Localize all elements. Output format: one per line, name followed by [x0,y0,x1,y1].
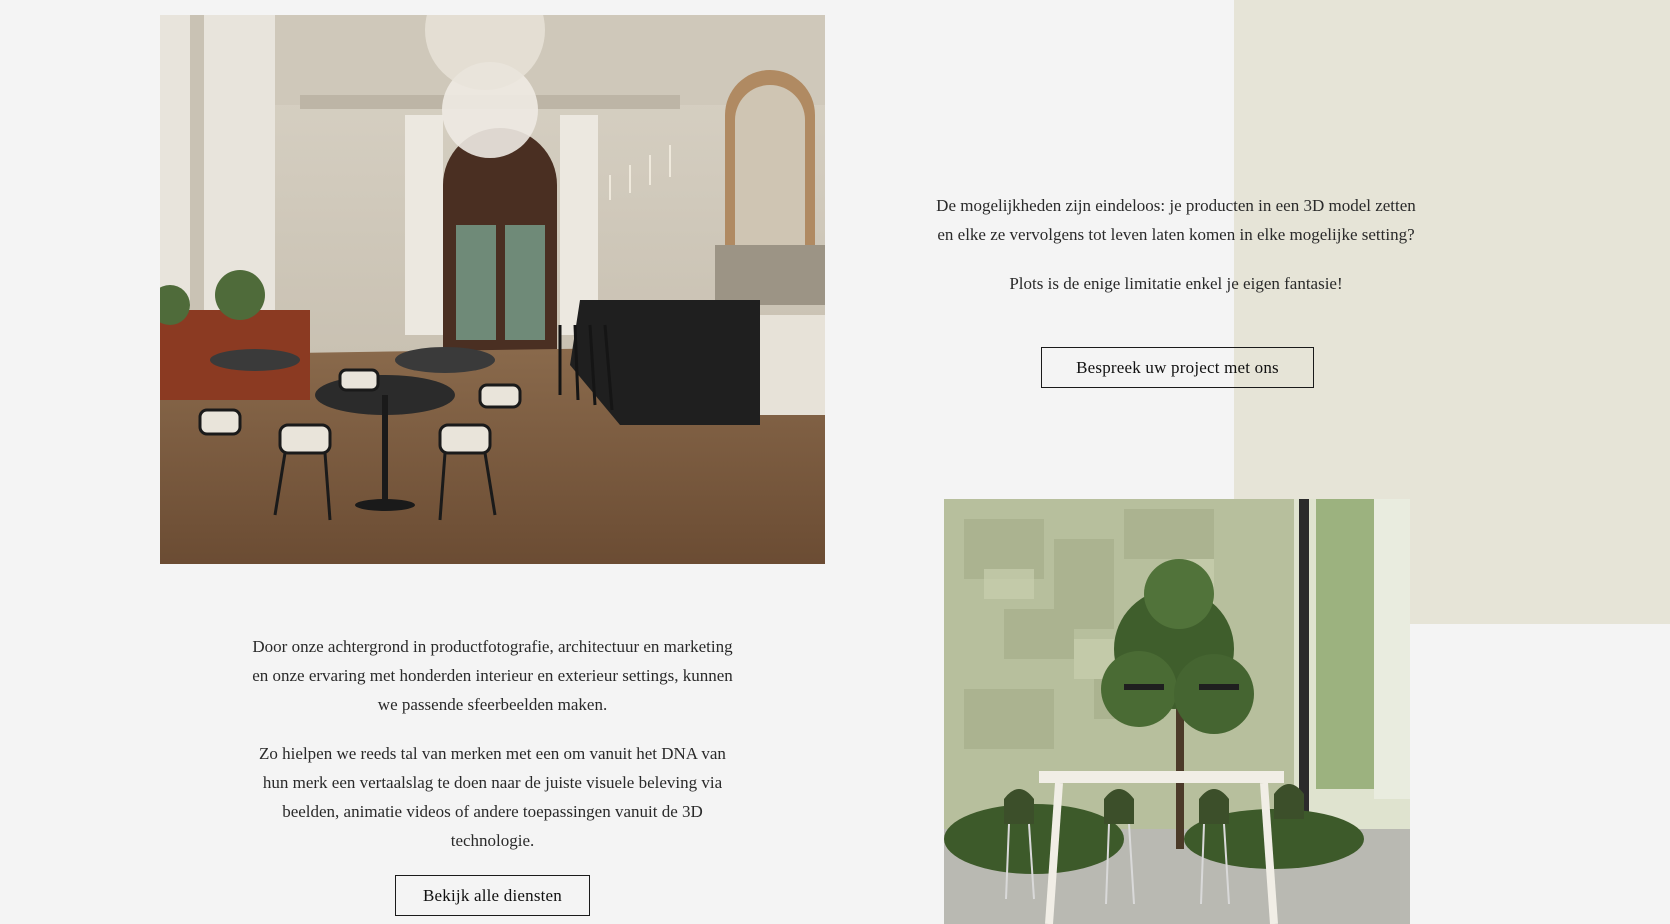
background-paragraph-2: Zo hielpen we reeds tal van merken met e… [259,744,726,850]
background-text-section: Door onze achtergrond in productfotograf… [250,632,735,875]
background-paragraph-1: Door onze achtergrond in productfotograf… [252,637,733,714]
intro-paragraph-1: De mogelijkheden zijn eindeloos: je prod… [936,196,1416,244]
restaurant-interior-image [160,15,825,564]
view-services-button[interactable]: Bekijk alle diensten [395,875,590,916]
restaurant-illustration [160,15,825,564]
intro-text-section: De mogelijkheden zijn eindeloos: je prod… [936,191,1416,318]
discuss-project-button[interactable]: Bespreek uw project met ons [1041,347,1314,388]
intro-paragraph-2: Plots is de enige limitatie enkel je eig… [1009,274,1343,293]
office-interior-image [944,499,1410,924]
office-illustration [944,499,1410,924]
